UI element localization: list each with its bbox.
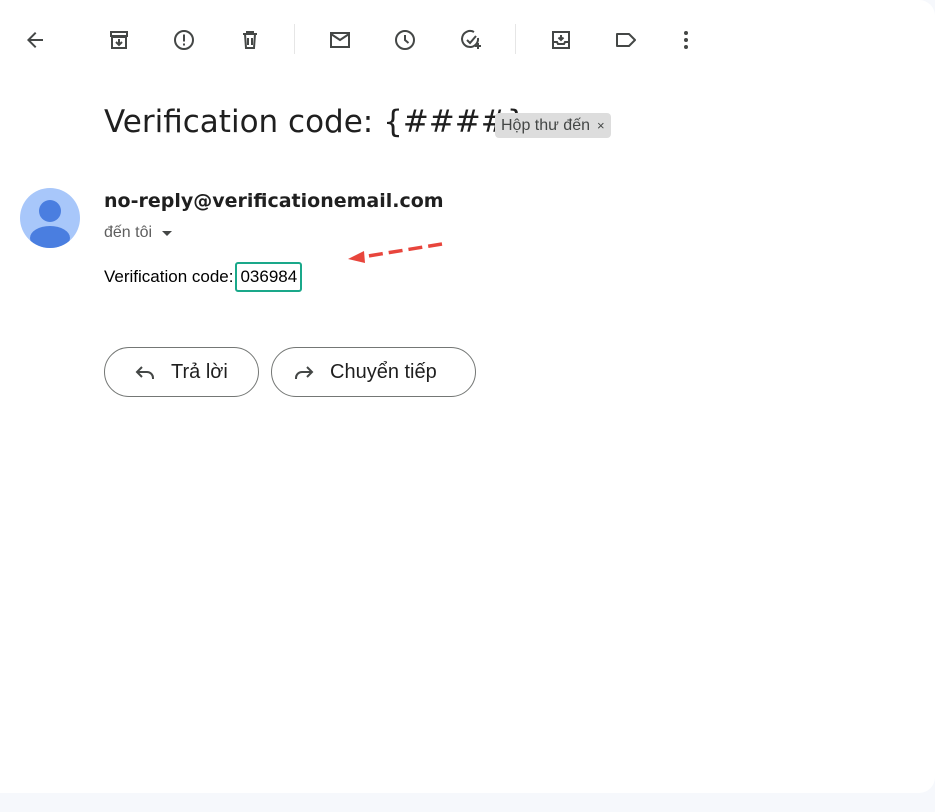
label-icon xyxy=(616,33,636,47)
snooze-button[interactable] xyxy=(385,20,425,60)
forward-label: Chuyển tiếp xyxy=(330,360,437,383)
back-arrow-icon xyxy=(27,32,43,48)
archive-button[interactable] xyxy=(99,20,139,60)
label-chip-text: Hộp thư đến xyxy=(501,116,590,134)
reply-label: Trả lời xyxy=(171,360,228,383)
avatar[interactable] xyxy=(20,188,80,248)
remove-label-icon[interactable]: × xyxy=(597,118,605,133)
move-to-inbox-icon xyxy=(552,31,570,49)
sender-address[interactable]: no-reply@verificationemail.com xyxy=(104,190,444,212)
email-body: Verification code: 036984 xyxy=(104,262,303,292)
more-vert-icon xyxy=(684,31,688,49)
inbox-label-chip[interactable]: Hộp thư đến × xyxy=(495,113,611,138)
default-avatar-icon xyxy=(30,200,70,248)
mail-icon xyxy=(330,32,350,48)
recipient-label: đến tôi xyxy=(104,224,153,241)
trash-icon xyxy=(243,31,257,49)
body-prefix: Verification code: xyxy=(104,267,234,286)
clock-icon xyxy=(395,30,415,50)
forward-button[interactable]: Chuyển tiếp xyxy=(271,347,476,397)
recipient-details[interactable]: đến tôi xyxy=(104,224,173,242)
delete-button[interactable] xyxy=(230,20,270,60)
email-subject: Verification code: {####} xyxy=(104,104,527,140)
email-view: Verification code: {####} Hộp thư đến × … xyxy=(0,0,935,793)
mark-unread-button[interactable] xyxy=(320,20,360,60)
back-button[interactable] xyxy=(15,20,55,60)
move-to-button[interactable] xyxy=(541,20,581,60)
labels-button[interactable] xyxy=(606,20,646,60)
add-task-icon xyxy=(461,29,481,49)
toolbar-separator xyxy=(515,24,516,54)
reply-button[interactable]: Trả lời xyxy=(104,347,259,397)
add-to-tasks-button[interactable] xyxy=(451,20,491,60)
annotation-arrow-icon xyxy=(348,242,443,263)
archive-icon xyxy=(110,31,128,49)
reply-icon xyxy=(135,366,154,379)
forward-icon xyxy=(295,366,314,379)
more-options-button[interactable] xyxy=(666,20,706,60)
toolbar-separator xyxy=(294,24,295,54)
verification-code: 036984 xyxy=(235,262,303,292)
caret-down-icon xyxy=(162,230,173,236)
report-spam-button[interactable] xyxy=(164,20,204,60)
report-spam-icon xyxy=(174,30,194,50)
